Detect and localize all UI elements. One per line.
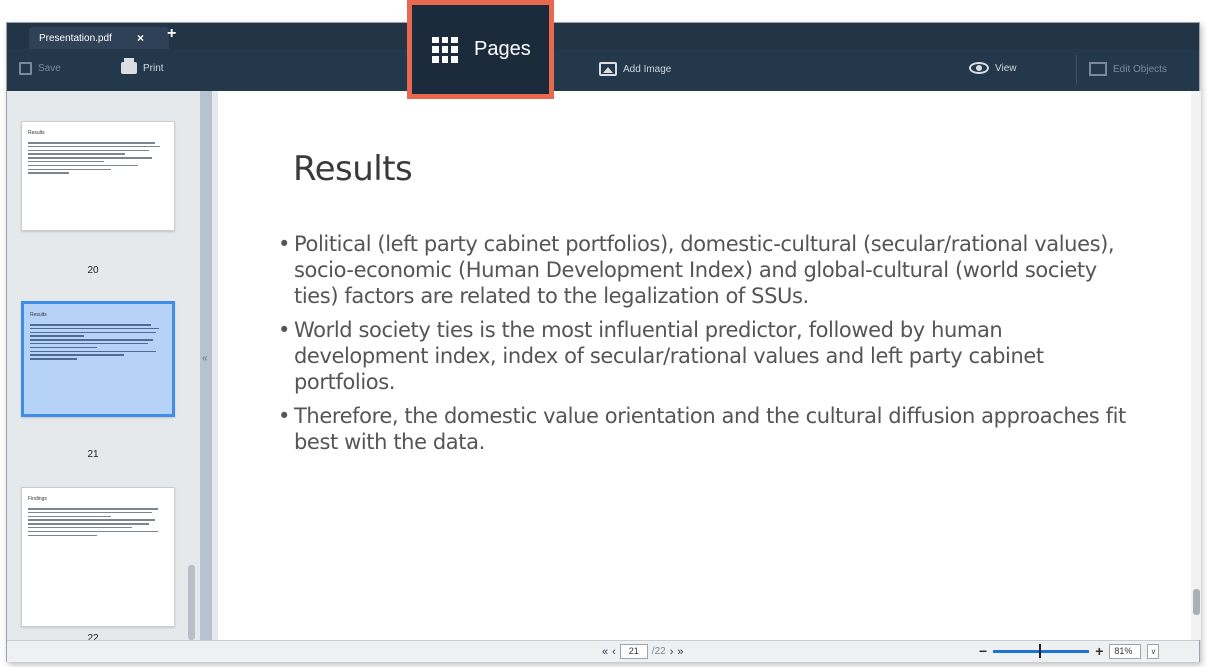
- zoom-dropdown-icon[interactable]: ∨: [1147, 643, 1160, 659]
- grid-icon: [432, 36, 458, 63]
- zoom-level-field[interactable]: 81%: [1109, 643, 1142, 659]
- printer-icon: [121, 58, 137, 74]
- first-page-button[interactable]: «: [602, 646, 608, 658]
- view-label: View: [995, 62, 1017, 74]
- pages-button[interactable]: Pages: [412, 5, 549, 94]
- document-tab[interactable]: Presentation.pdf ×: [29, 27, 169, 49]
- zoom-slider-handle[interactable]: [1039, 643, 1042, 658]
- toolbar: Save Print Add Image View Edit Objects: [7, 49, 1199, 91]
- bullet-item: Political (left party cabinet portfolios…: [278, 231, 1138, 309]
- document-scrollbar-thumb[interactable]: [1193, 589, 1200, 615]
- bullet-item: Therefore, the domestic value orientatio…: [278, 403, 1138, 455]
- thumbnail-text-lines: [28, 142, 166, 176]
- document-page: Results Political (left party cabinet po…: [218, 91, 1201, 640]
- thumbnail-title: Results: [28, 130, 45, 136]
- total-pages: /22: [651, 646, 666, 657]
- page-thumbnail[interactable]: Findings: [21, 487, 175, 627]
- app-window: Presentation.pdf × + Save Print Add Imag…: [6, 22, 1201, 662]
- add-image-button[interactable]: Add Image: [599, 62, 671, 76]
- thumbnail-page-number: 21: [87, 449, 99, 460]
- pages-highlight-frame: Pages: [407, 0, 554, 99]
- next-page-button[interactable]: ›: [670, 646, 674, 658]
- bullet-list: Political (left party cabinet portfolios…: [278, 231, 1138, 463]
- add-image-label: Add Image: [623, 63, 672, 75]
- eye-icon: [969, 62, 989, 74]
- bullet-item: World society ties is the most influenti…: [278, 317, 1138, 395]
- zoom-in-button[interactable]: +: [1095, 643, 1103, 659]
- tab-strip: Presentation.pdf × +: [7, 23, 1199, 49]
- last-page-button[interactable]: »: [677, 646, 683, 658]
- page-thumbnail[interactable]: Results: [21, 121, 175, 231]
- thumbnail-page-number: 22: [87, 633, 99, 640]
- edit-objects-button[interactable]: Edit Objects: [1089, 62, 1167, 76]
- print-button[interactable]: Print: [121, 58, 164, 74]
- close-tab-icon[interactable]: ×: [137, 31, 144, 45]
- toolbar-divider: [1076, 55, 1077, 85]
- page-navigation: « ‹ 21 /22 › »: [602, 644, 684, 659]
- thumbnail-scrollbar-thumb[interactable]: [188, 565, 195, 640]
- edit-icon: [1089, 62, 1107, 76]
- thumbnail-title: Results: [30, 312, 47, 318]
- document-scrollbar-track[interactable]: [1191, 91, 1201, 640]
- print-label: Print: [143, 62, 164, 74]
- status-bar: « ‹ 21 /22 › » − + 81% ∨: [7, 640, 1199, 662]
- pages-label: Pages: [474, 38, 531, 60]
- page-number-input[interactable]: 21: [619, 644, 648, 659]
- zoom-slider[interactable]: [993, 643, 1090, 658]
- edit-objects-label: Edit Objects: [1113, 63, 1167, 75]
- page-thumbnail-selected[interactable]: Results: [21, 301, 175, 417]
- save-button[interactable]: Save: [19, 62, 61, 75]
- thumbnail-text-lines: [28, 508, 166, 538]
- image-icon: [599, 62, 617, 76]
- save-label: Save: [38, 63, 61, 74]
- thumbnail-title: Findings: [28, 496, 47, 502]
- save-icon: [19, 62, 32, 75]
- thumbnail-scrollbar-track[interactable]: [188, 91, 196, 640]
- view-button[interactable]: View: [969, 62, 1017, 74]
- zoom-out-button[interactable]: −: [979, 643, 987, 659]
- previous-page-button[interactable]: ‹: [612, 646, 616, 658]
- slide-title: Results: [293, 149, 413, 189]
- page-thumbnails-panel: Results 20 Results 21 Findings 22: [7, 91, 200, 640]
- panel-splitter[interactable]: «: [200, 91, 212, 640]
- document-tab-label: Presentation.pdf: [39, 32, 112, 44]
- collapse-panel-icon[interactable]: «: [202, 353, 208, 364]
- thumbnail-text-lines: [30, 324, 164, 362]
- thumbnail-page-number: 20: [87, 265, 99, 276]
- add-tab-icon[interactable]: +: [167, 25, 176, 43]
- zoom-control: − + 81% ∨: [979, 643, 1160, 659]
